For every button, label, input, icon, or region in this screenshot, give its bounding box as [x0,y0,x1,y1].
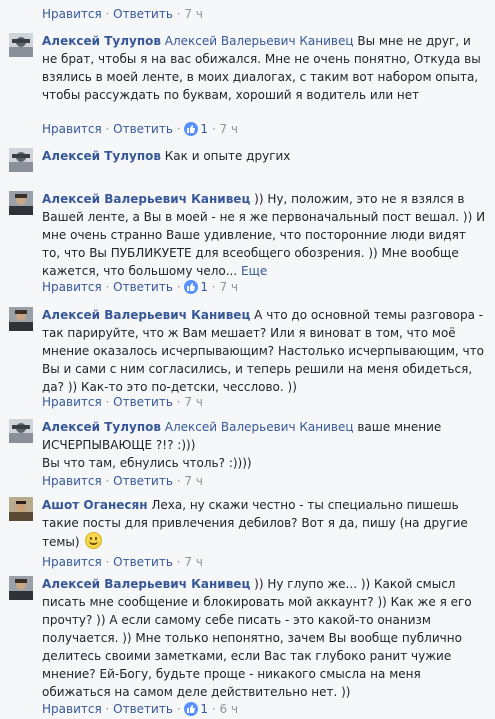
comment-item: Алексей Тулупов Алексей Валерьевич Канив… [0,32,495,138]
separator: · [211,280,216,294]
separator: · [176,555,181,569]
comment-text: )) Ну глупо же... )) Какой смысл писать … [42,577,472,699]
comment-time[interactable]: 6 ч [220,702,239,716]
like-thumb-icon[interactable] [184,122,199,136]
separator: · [211,122,216,136]
separator: · [105,395,110,409]
like-link[interactable]: Нравится [42,702,102,716]
comment-actions: Нравится · Ответить · 7 ч [42,6,203,22]
reply-link[interactable]: Ответить [113,702,173,716]
reply-link[interactable]: Ответить [113,122,173,136]
comment-time[interactable]: 7 ч [220,280,239,294]
separator: · [105,555,110,569]
separator: · [105,280,110,294]
comment-actions: Нравится · Ответить · 1 · 7 ч [42,121,238,137]
separator: · [105,7,110,21]
separator: · [176,395,181,409]
separator: · [176,702,181,716]
reply-link[interactable]: Ответить [113,7,173,21]
separator: · [176,474,181,488]
like-link[interactable]: Нравится [42,122,102,136]
comment-actions: Нравится · Ответить · 1 · 7 ч [42,279,238,295]
comment-author[interactable]: Алексей Валерьевич Канивец [42,192,250,206]
comment-actions: Нравится · Ответить · 7 ч [42,554,203,570]
avatar[interactable] [9,33,33,57]
comment-item: Алексей Валерьевич Канивец А что до осно… [0,306,495,410]
comment-author[interactable]: Алексей Тулупов [42,34,161,48]
like-link[interactable]: Нравится [42,280,102,294]
comment-body: Алексей Тулупов Алексей Валерьевич Канив… [42,418,487,472]
comment-actions: Нравится · Ответить · 1 · 6 ч [42,701,238,717]
comment-body: Алексей Тулупов Алексей Валерьевич Канив… [42,32,487,104]
avatar[interactable] [9,307,33,331]
like-link[interactable]: Нравится [42,555,102,569]
separator: · [176,280,181,294]
comment-body: Алексей Валерьевич Канивец А что до осно… [42,306,487,396]
comment-item: Алексей Тулупов Как и опыте других [0,147,495,177]
like-link[interactable]: Нравится [42,395,102,409]
comment-time[interactable]: 7 ч [184,474,203,488]
comment-time[interactable]: 7 ч [184,555,203,569]
comment-mention[interactable]: Алексей Валерьевич Канивец [165,420,354,434]
comment-author[interactable]: Алексей Валерьевич Канивец [42,577,250,591]
comment-text: Вы что там, ебнулись чтоль? :)))) [42,456,252,470]
comment-body: Алексей Тулупов Как и опыте других [42,147,487,165]
comment-actions: Нравится · Ответить · 7 ч [42,394,203,410]
comment-body: Ашот Оганесян Леха, ну скажи честно - ты… [42,496,487,551]
comment-item: Алексей Валерьевич Канивец )) Ну, положи… [0,190,495,298]
reply-link[interactable]: Ответить [113,555,173,569]
comment-time[interactable]: 7 ч [184,7,203,21]
reply-link[interactable]: Ответить [113,474,173,488]
comment-mention[interactable]: Алексей Валерьевич Канивец [165,34,354,48]
separator: · [211,702,216,716]
separator: · [105,122,110,136]
comment-author[interactable]: Алексей Валерьевич Канивец [42,308,250,322]
separator: · [176,122,181,136]
comment-thread: Нравится · Ответить · 7 ч Алексей Тулупо… [0,0,495,719]
comment-time[interactable]: 7 ч [184,395,203,409]
comment-item: Алексей Тулупов Алексей Валерьевич Канив… [0,418,495,488]
comment-author[interactable]: Алексей Тулупов [42,149,161,163]
see-more-link[interactable]: Еще [241,264,267,278]
comment-text: Как и опыте других [164,149,291,163]
separator: · [105,474,110,488]
avatar[interactable] [9,419,33,443]
comment-time[interactable]: 7 ч [220,122,239,136]
like-count[interactable]: 1 [200,702,208,716]
like-count[interactable]: 1 [200,280,208,294]
like-thumb-icon[interactable] [184,280,199,294]
like-count[interactable]: 1 [200,122,208,136]
avatar[interactable] [9,497,33,521]
comment-item: Алексей Валерьевич Канивец )) Ну глупо ж… [0,575,495,719]
comment-author[interactable]: Алексей Тулупов [42,420,161,434]
reply-link[interactable]: Ответить [113,395,173,409]
comment-item: Ашот Оганесян Леха, ну скажи честно - ты… [0,496,495,570]
comment-body: Алексей Валерьевич Канивец )) Ну, положи… [42,190,487,280]
comment-previous: Нравится · Ответить · 7 ч [0,0,495,26]
smiley-emoji-icon [85,532,103,549]
comment-body: Алексей Валерьевич Канивец )) Ну глупо ж… [42,575,487,701]
like-link[interactable]: Нравится [42,474,102,488]
avatar[interactable] [9,191,33,215]
like-link[interactable]: Нравится [42,7,102,21]
like-thumb-icon[interactable] [184,702,199,716]
separator: · [176,7,181,21]
comment-author[interactable]: Ашот Оганесян [42,498,148,512]
separator: · [105,702,110,716]
reply-link[interactable]: Ответить [113,280,173,294]
comment-actions: Нравится · Ответить · 7 ч [42,473,203,489]
avatar[interactable] [9,576,33,600]
avatar[interactable] [9,148,33,172]
